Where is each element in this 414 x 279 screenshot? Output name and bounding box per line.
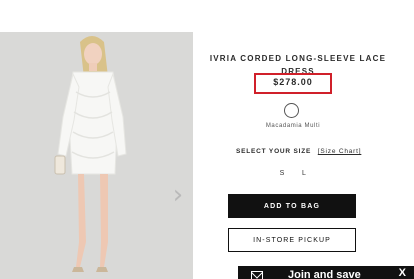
add-to-bag-button[interactable]: ADD TO BAG: [228, 194, 356, 218]
size-label: SELECT YOUR SIZE: [236, 148, 312, 155]
mail-icon: [251, 271, 263, 279]
product-price: $278.00: [273, 77, 313, 87]
close-icon[interactable]: X: [399, 267, 406, 279]
size-selector-label: SELECT YOUR SIZE [Size Chart]: [236, 148, 361, 155]
size-chart-link[interactable]: [Size Chart]: [318, 148, 362, 155]
in-store-pickup-button[interactable]: IN-STORE PICKUP: [228, 228, 356, 252]
size-option-l[interactable]: L: [297, 170, 311, 177]
color-swatch[interactable]: [284, 103, 299, 118]
join-text[interactable]: Join and save: [288, 269, 361, 279]
size-option-s[interactable]: S: [275, 170, 289, 177]
join-banner[interactable]: Join and save X: [238, 266, 414, 279]
chevron-right-icon[interactable]: ›: [170, 180, 186, 210]
product-image: ›: [0, 32, 193, 279]
color-name: Macadamia Multi: [265, 123, 321, 129]
model-illustration: [0, 32, 193, 279]
